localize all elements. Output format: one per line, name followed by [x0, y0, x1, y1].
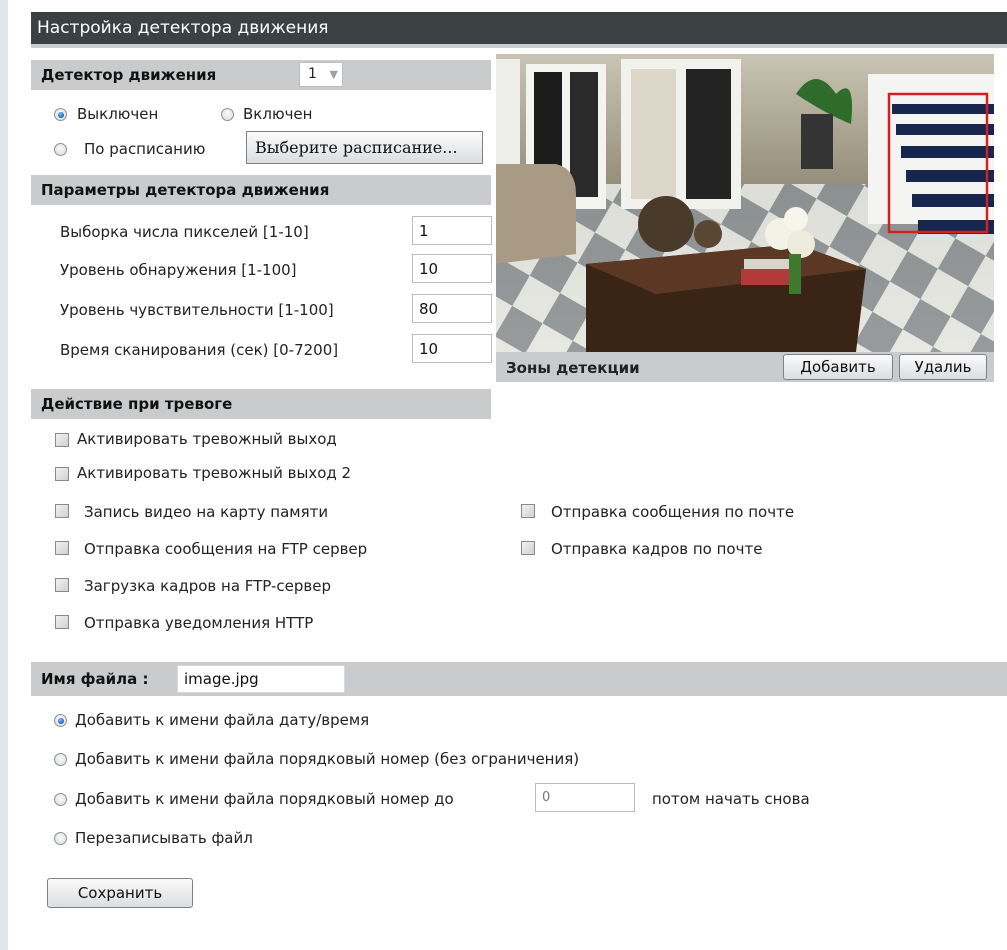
- alarm-output-2-label: Активировать тревожный выход 2: [77, 464, 352, 482]
- filename-seq-unlimited-radio[interactable]: [54, 753, 67, 766]
- filename-datetime-label: Добавить к имени файла дату/время: [75, 711, 370, 729]
- param-label-detection: Уровень обнаружения [1-100]: [60, 261, 297, 279]
- ftp-upload-checkbox[interactable]: [55, 578, 69, 592]
- seq-limit-suffix: потом начать снова: [652, 790, 810, 808]
- pixels-input[interactable]: 1: [412, 216, 492, 245]
- camera-preview[interactable]: [496, 54, 994, 352]
- motion-detector-label: Детектор движения: [41, 66, 217, 84]
- param-label-pixels: Выборка числа пикселей [1-10]: [60, 223, 309, 241]
- email-message-label: Отправка сообщения по почте: [551, 503, 795, 521]
- filename-overwrite-radio[interactable]: [54, 832, 67, 845]
- detector-on-label: Включен: [243, 105, 313, 123]
- param-label-scan-time: Время сканирования (сек) [0-7200]: [60, 341, 339, 359]
- zones-label: Зоны детекции: [506, 359, 640, 377]
- param-label-sensitivity: Уровень чувствительности [1-100]: [60, 301, 334, 319]
- detection-level-input[interactable]: 10: [412, 254, 492, 283]
- detector-select-value: 1: [308, 66, 317, 82]
- detector-schedule-label: По расписанию: [84, 140, 206, 158]
- ftp-message-label: Отправка сообщения на FTP сервер: [84, 540, 368, 558]
- filename-seq-unlimited-label: Добавить к имени файла порядковый номер …: [75, 750, 580, 768]
- filename-seq-limit-label: Добавить к имени файла порядковый номер …: [75, 790, 454, 808]
- params-header: Параметры детектора движения: [31, 175, 491, 205]
- detector-off-radio[interactable]: [54, 108, 67, 121]
- filename-input[interactable]: image.jpg: [177, 665, 345, 693]
- sensitivity-input[interactable]: 80: [412, 294, 492, 323]
- chevron-down-icon: ▼: [329, 68, 338, 81]
- detector-schedule-radio[interactable]: [54, 143, 67, 156]
- page-title: Настройка детектора движения: [31, 12, 1007, 44]
- schedule-select-button[interactable]: Выберите расписание...: [246, 131, 483, 164]
- detector-on-radio[interactable]: [221, 108, 234, 121]
- http-notify-checkbox[interactable]: [55, 615, 69, 629]
- save-button[interactable]: Сохранить: [47, 878, 193, 908]
- record-sd-checkbox[interactable]: [55, 504, 69, 518]
- filename-overwrite-label: Перезаписывать файл: [75, 829, 253, 847]
- delete-zone-button[interactable]: Удалиь: [899, 354, 987, 380]
- ftp-message-checkbox[interactable]: [55, 541, 69, 555]
- alarm-output-label: Активировать тревожный выход: [77, 430, 337, 448]
- motion-detector-header: Детектор движения: [31, 60, 491, 90]
- scan-time-input[interactable]: 10: [412, 334, 492, 363]
- ftp-upload-label: Загрузка кадров на FTP-сервер: [84, 577, 332, 595]
- http-notify-label: Отправка уведомления HTTP: [84, 614, 314, 632]
- alarm-header: Действие при тревоге: [31, 389, 491, 419]
- seq-limit-input[interactable]: [535, 783, 635, 812]
- email-frames-label: Отправка кадров по почте: [551, 540, 763, 558]
- detector-off-label: Выключен: [77, 105, 159, 123]
- filename-seq-limit-radio[interactable]: [54, 793, 67, 806]
- title-underline: [31, 44, 1007, 48]
- alarm-output-checkbox[interactable]: [55, 433, 69, 447]
- camera-image: [496, 54, 994, 352]
- record-sd-label: Запись видео на карту памяти: [84, 503, 329, 521]
- email-frames-checkbox[interactable]: [521, 541, 535, 555]
- filename-label: Имя файла :: [41, 670, 149, 688]
- email-message-checkbox[interactable]: [521, 504, 535, 518]
- add-zone-button[interactable]: Добавить: [783, 354, 893, 380]
- alarm-output-2-checkbox[interactable]: [55, 467, 69, 481]
- filename-datetime-radio[interactable]: [54, 714, 67, 727]
- detector-select[interactable]: 1 ▼: [299, 62, 343, 87]
